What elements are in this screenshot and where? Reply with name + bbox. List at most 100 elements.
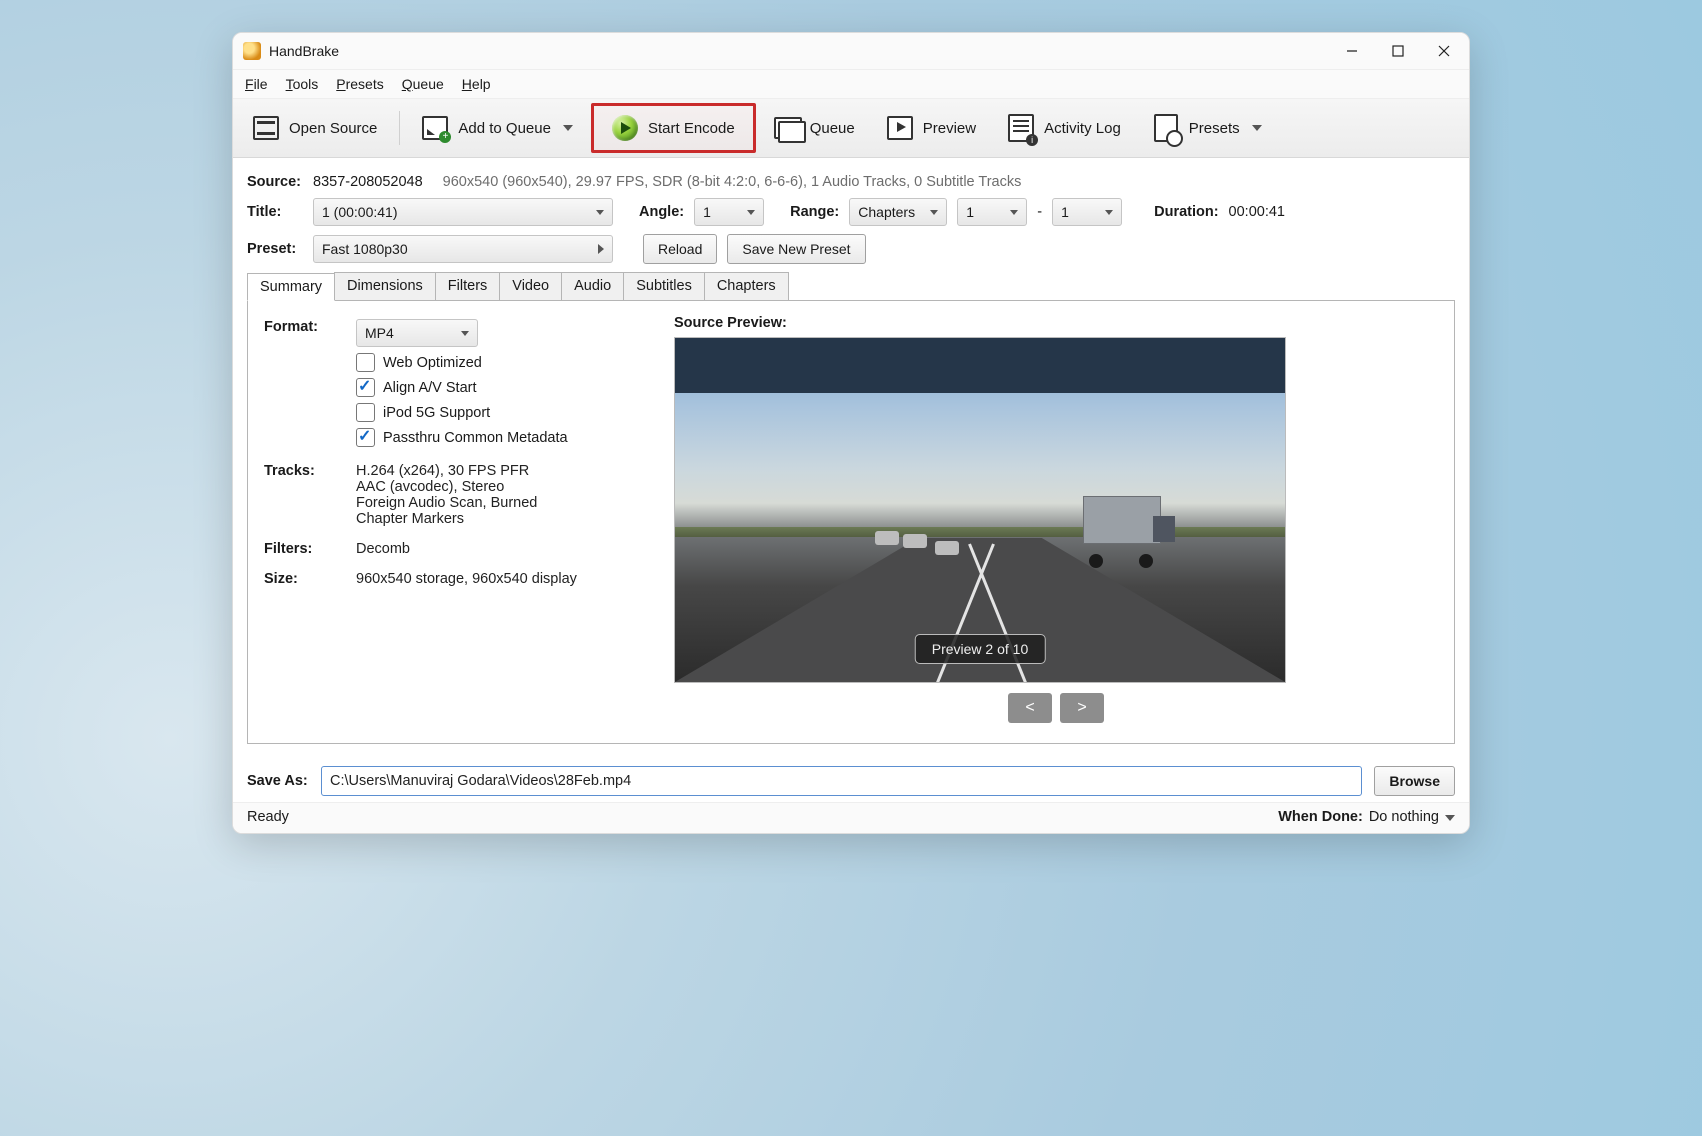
chevron-down-icon [563, 125, 573, 131]
toolbar-separator [399, 111, 400, 145]
duration-value: 00:00:41 [1229, 204, 1285, 220]
chevron-down-icon [1010, 210, 1018, 215]
tab-filters[interactable]: Filters [435, 272, 500, 300]
range-to-select[interactable]: 1 [1052, 198, 1122, 226]
tab-summary[interactable]: Summary [247, 273, 335, 301]
add-to-queue-button[interactable]: + Add to Queue [408, 106, 587, 150]
filmstrip-icon [253, 115, 279, 141]
filters-label: Filters: [264, 541, 356, 557]
range-label: Range: [790, 204, 839, 220]
tab-video[interactable]: Video [499, 272, 562, 300]
doc-gear-icon [1153, 115, 1179, 141]
checkbox-icon [356, 403, 375, 422]
format-label: Format: [264, 319, 356, 335]
save-as-label: Save As: [247, 773, 309, 789]
filters-value: Decomb [356, 541, 410, 557]
browse-button[interactable]: Browse [1374, 766, 1455, 796]
preview-counter: Preview 2 of 10 [915, 634, 1046, 664]
minimize-button[interactable] [1329, 33, 1375, 69]
presets-button[interactable]: Presets [1139, 106, 1276, 150]
activity-log-button[interactable]: i Activity Log [994, 106, 1135, 150]
status-ready: Ready [247, 809, 289, 825]
app-title: HandBrake [269, 43, 339, 59]
source-name: 8357-208052048 [313, 174, 423, 190]
menu-file[interactable]: File [245, 76, 268, 92]
stack-icon [774, 115, 800, 141]
angle-select[interactable]: 1 [694, 198, 764, 226]
chevron-down-icon [461, 331, 469, 336]
size-label: Size: [264, 571, 356, 587]
title-select[interactable]: 1 (00:00:41) [313, 198, 613, 226]
maximize-button[interactable] [1375, 33, 1421, 69]
when-done-label: When Done: [1278, 809, 1363, 825]
reload-button[interactable]: Reload [643, 234, 717, 264]
handbrake-window: HandBrake File Tools Presets Queue Help … [232, 32, 1470, 834]
preview-button[interactable]: Preview [873, 106, 990, 150]
chevron-down-icon [596, 210, 604, 215]
menu-tools[interactable]: Tools [286, 76, 319, 92]
source-preview-image: Preview 2 of 10 [674, 337, 1286, 683]
checkbox-checked-icon [356, 428, 375, 447]
tab-chapters[interactable]: Chapters [704, 272, 789, 300]
preview-truck [1083, 496, 1175, 568]
chevron-right-icon [598, 244, 604, 254]
app-icon [243, 42, 261, 60]
start-encode-button[interactable]: Start Encode [598, 106, 749, 150]
start-encode-highlight: Start Encode [591, 103, 756, 153]
checkbox-icon [356, 353, 375, 372]
tracks-label: Tracks: [264, 463, 356, 479]
checkbox-checked-icon [356, 378, 375, 397]
tab-audio[interactable]: Audio [561, 272, 624, 300]
duration-label: Duration: [1154, 204, 1218, 220]
title-label: Title: [247, 204, 303, 220]
film-play-icon [887, 115, 913, 141]
save-as-input[interactable] [321, 766, 1362, 796]
preview-next-button[interactable]: > [1060, 693, 1104, 723]
angle-label: Angle: [639, 204, 684, 220]
chevron-down-icon [1252, 125, 1262, 131]
chevron-down-icon [930, 210, 938, 215]
close-button[interactable] [1421, 33, 1467, 69]
metadata-checkbox[interactable]: Passthru Common Metadata [356, 428, 568, 447]
source-details: 960x540 (960x540), 29.97 FPS, SDR (8-bit… [443, 174, 1022, 190]
preset-select[interactable]: Fast 1080p30 [313, 235, 613, 263]
preview-prev-button[interactable]: < [1008, 693, 1052, 723]
chevron-down-icon [1105, 210, 1113, 215]
align-av-checkbox[interactable]: Align A/V Start [356, 378, 568, 397]
range-dash: - [1037, 204, 1042, 220]
save-new-preset-button[interactable]: Save New Preset [727, 234, 865, 264]
menu-queue[interactable]: Queue [402, 76, 444, 92]
format-select[interactable]: MP4 [356, 319, 478, 347]
menubar: File Tools Presets Queue Help [233, 70, 1469, 99]
toolbar: Open Source + Add to Queue Start Encode … [233, 99, 1469, 158]
track-line: H.264 (x264), 30 FPS PFR [356, 463, 537, 479]
range-from-select[interactable]: 1 [957, 198, 1027, 226]
track-line: Chapter Markers [356, 511, 537, 527]
open-source-button[interactable]: Open Source [239, 106, 391, 150]
preset-label: Preset: [247, 241, 303, 257]
chevron-down-icon [1445, 815, 1455, 821]
size-value: 960x540 storage, 960x540 display [356, 571, 577, 587]
ipod5g-checkbox[interactable]: iPod 5G Support [356, 403, 568, 422]
tabstrip: Summary Dimensions Filters Video Audio S… [247, 272, 1455, 301]
statusbar: Ready When Done: Do nothing [233, 802, 1469, 833]
summary-panel: Format: MP4 Web Optimized Align A/V Star… [247, 301, 1455, 744]
chevron-down-icon [747, 210, 755, 215]
web-optimized-checkbox[interactable]: Web Optimized [356, 353, 568, 372]
maximize-icon [1392, 45, 1404, 57]
queue-button[interactable]: Queue [760, 106, 869, 150]
preview-label: Source Preview: [674, 315, 1438, 331]
source-label: Source: [247, 174, 303, 190]
menu-presets[interactable]: Presets [336, 76, 383, 92]
range-mode-select[interactable]: Chapters [849, 198, 947, 226]
log-icon: i [1008, 115, 1034, 141]
menu-help[interactable]: Help [462, 76, 491, 92]
add-image-icon: + [422, 115, 448, 141]
tab-dimensions[interactable]: Dimensions [334, 272, 436, 300]
tab-subtitles[interactable]: Subtitles [623, 272, 705, 300]
track-line: AAC (avcodec), Stereo [356, 479, 537, 495]
source-row: Source: 8357-208052048 960x540 (960x540)… [247, 174, 1455, 190]
when-done-select[interactable]: Do nothing [1369, 809, 1455, 825]
minimize-icon [1346, 45, 1358, 57]
close-icon [1438, 45, 1450, 57]
